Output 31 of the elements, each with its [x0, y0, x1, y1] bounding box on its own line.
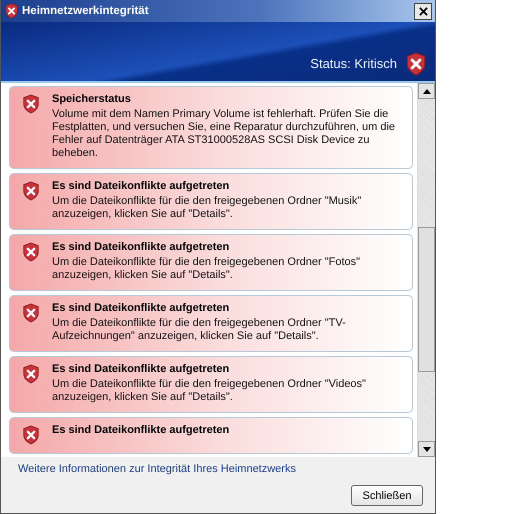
scroll-down-button[interactable] [418, 441, 435, 457]
error-shield-icon [22, 303, 40, 323]
close-icon [418, 6, 428, 16]
issue-title: Es sind Dateikonflikte aufgetreten [52, 241, 230, 253]
close-dialog-button[interactable]: Schließen [351, 485, 423, 506]
close-button[interactable] [414, 2, 432, 20]
issue-title: Speicherstatus [52, 93, 132, 105]
up-arrow-icon [422, 88, 430, 94]
status-label: Status: Kritisch [310, 56, 397, 71]
scroll-up-button[interactable] [418, 83, 435, 99]
issue-description: Volume mit dem Namen Primary Volume ist fehlerhaft. Prüfen Sie die Festplatten, und versuchen Sie, eine Reparatur durchzuführen, um die Fehler auf Datenträger ATA ST31000528AS SCSI Disk Device zu beheben. [52, 108, 396, 160]
scroll-thumb[interactable] [418, 227, 435, 372]
window-title: Heimnetzwerkintegrität [22, 5, 150, 17]
issue-description: Um die Dateikonflikte für die den freigegebenen Ordner "Fotos" anzuzeigen, klicken Sie auf "Details". [52, 256, 362, 282]
down-arrow-icon [422, 446, 430, 452]
issue-title: Es sind Dateikonflikte aufgetreten [52, 302, 230, 314]
issue-description: Um die Dateikonflikte für die den freigegebenen Ordner "Videos" anzuzeigen, klicken Sie auf "Details". [52, 378, 367, 404]
scrollbar[interactable] [417, 83, 435, 457]
issue-title: Es sind Dateikonflikte aufgetreten [52, 180, 230, 192]
issue-title: Es sind Dateikonflikte aufgetreten [52, 424, 230, 436]
error-shield-icon [405, 51, 427, 77]
issue-description: Um die Dateikonflikte für die den freigegebenen Ordner "TV-Aufzeichnungen" anzuzeigen, klicken Sie auf "Details". [52, 317, 347, 343]
issue-title: Es sind Dateikonflikte aufgetreten [52, 363, 230, 375]
more-info-link[interactable]: Weitere Informationen zur Integrität Ihres Heimnetzwerks [18, 463, 296, 475]
error-shield-icon [4, 3, 19, 19]
error-shield-icon [22, 425, 40, 445]
error-shield-icon [22, 364, 40, 384]
error-shield-icon [22, 181, 40, 201]
error-shield-icon [22, 242, 40, 262]
issue-description: Um die Dateikonflikte für die den freigegebenen Ordner "Musik" anzuzeigen, klicken Sie auf "Details". [52, 195, 362, 221]
error-shield-icon [22, 94, 40, 114]
